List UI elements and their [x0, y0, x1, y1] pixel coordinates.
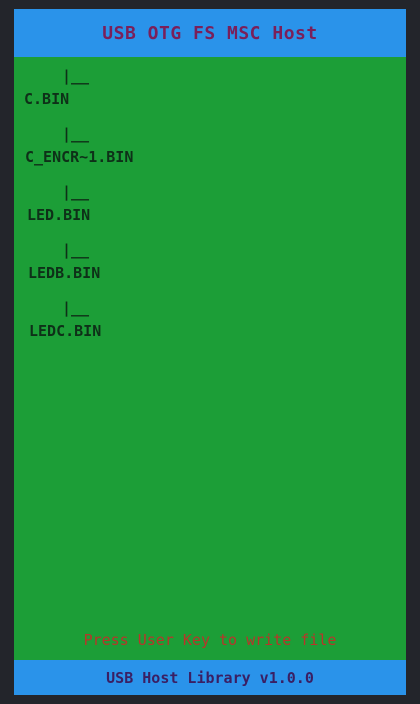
tree-branch: |__ [62, 299, 90, 317]
library-version: USB Host Library v1.0.0 [106, 668, 314, 687]
tree-branch: |__ [62, 241, 90, 259]
file-entry[interactable]: |__ LED.BIN [14, 173, 406, 231]
file-name[interactable]: C.BIN [24, 90, 69, 108]
device-frame: USB OTG FS MSC Host |__ C.BIN |__ C_ENCR… [0, 0, 420, 704]
status-message: Press User Key to write file [83, 631, 337, 649]
footer-bar: USB Host Library v1.0.0 [14, 660, 406, 695]
file-entry[interactable]: |__ LEDB.BIN [14, 231, 406, 289]
tree-branch: |__ [62, 183, 90, 201]
file-entry[interactable]: |__ C.BIN [14, 57, 406, 115]
tree-branch: |__ [62, 125, 90, 143]
lcd-screen: USB OTG FS MSC Host |__ C.BIN |__ C_ENCR… [14, 9, 406, 695]
tree-branch: |__ [62, 67, 90, 85]
app-title: USB OTG FS MSC Host [102, 22, 318, 44]
file-name[interactable]: LED.BIN [27, 206, 90, 224]
file-name[interactable]: C_ENCR~1.BIN [25, 148, 133, 166]
file-name[interactable]: LEDB.BIN [28, 264, 100, 282]
file-name[interactable]: LEDC.BIN [29, 322, 101, 340]
file-entry[interactable]: |__ LEDC.BIN [14, 289, 406, 347]
file-entry[interactable]: |__ C_ENCR~1.BIN [14, 115, 406, 173]
title-bar: USB OTG FS MSC Host [14, 9, 406, 57]
